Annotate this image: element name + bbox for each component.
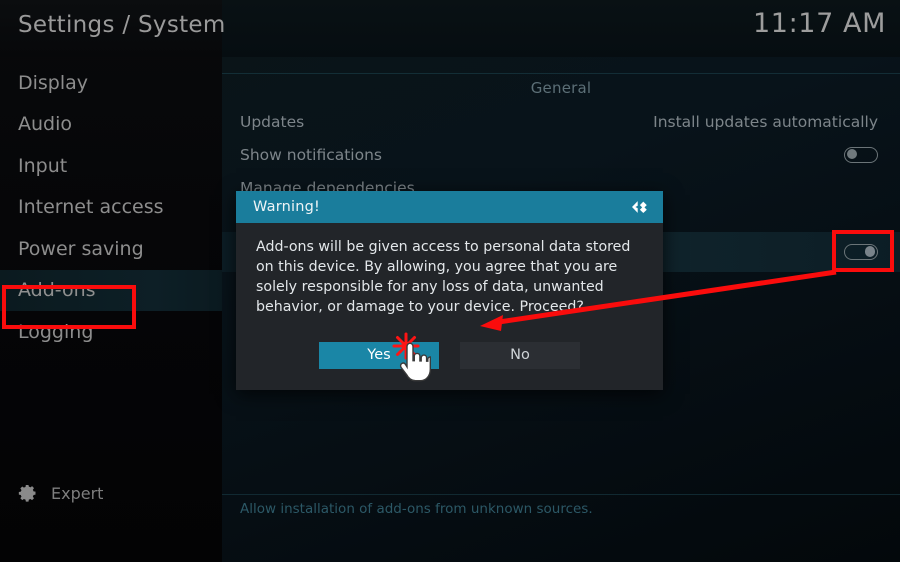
settings-level-label: Expert (51, 483, 104, 503)
section-title: General (530, 79, 592, 97)
clock: 11:17 AM (753, 8, 886, 39)
gear-icon (18, 485, 36, 502)
kodi-settings-screen: Settings / System 11:17 AM Display Audio… (0, 0, 900, 562)
sidebar-item-input[interactable]: Input (0, 145, 222, 187)
main-top-divider (222, 73, 900, 74)
sidebar-item-label: Display (18, 71, 89, 94)
settings-row-label: Show notifications (240, 145, 382, 164)
sidebar-item-label: Internet access (18, 196, 164, 219)
dialog-body: Add-ons will be given access to personal… (236, 223, 663, 318)
settings-row-label: Updates (240, 112, 305, 131)
sidebar: Display Audio Input Internet access Powe… (0, 62, 222, 502)
setting-hint-text: Allow installation of add-ons from unkno… (240, 501, 593, 517)
sidebar-item-logging[interactable]: Logging (0, 311, 222, 353)
settings-level-toggle[interactable]: Expert (0, 475, 222, 511)
sidebar-item-label: Add-ons (18, 279, 96, 302)
show-notifications-toggle[interactable] (844, 146, 878, 163)
sidebar-item-power-saving[interactable]: Power saving (0, 228, 222, 270)
toggle-knob (846, 148, 858, 160)
settings-row-updates[interactable]: Updates Install updates automatically (222, 105, 900, 138)
hint-divider (222, 494, 900, 495)
settings-row-show-notifications[interactable]: Show notifications (222, 138, 900, 171)
settings-row-value: Install updates automatically (653, 112, 878, 131)
sidebar-item-display[interactable]: Display (0, 62, 222, 104)
dialog-message: Add-ons will be given access to personal… (256, 239, 631, 316)
toggle-knob (864, 246, 876, 257)
warning-dialog: Warning! Add-ons will be given access to… (236, 191, 663, 390)
unknown-sources-toggle[interactable] (844, 244, 878, 260)
sidebar-item-add-ons[interactable]: Add-ons (0, 269, 222, 311)
yes-button[interactable]: Yes (319, 341, 439, 369)
sidebar-item-label: Power saving (18, 237, 144, 260)
sidebar-item-label: Logging (18, 320, 94, 343)
dialog-title: Warning! (253, 199, 321, 215)
sidebar-item-audio[interactable]: Audio (0, 104, 222, 146)
dialog-titlebar: Warning! (236, 191, 663, 223)
kodi-logo-icon (632, 201, 647, 214)
page-title: Settings / System (18, 12, 226, 38)
sidebar-item-label: Input (18, 154, 68, 177)
sidebar-item-internet-access[interactable]: Internet access (0, 187, 222, 229)
dialog-button-row: Yes No (236, 318, 663, 390)
sidebar-item-label: Audio (18, 113, 73, 136)
no-button[interactable]: No (460, 341, 580, 369)
